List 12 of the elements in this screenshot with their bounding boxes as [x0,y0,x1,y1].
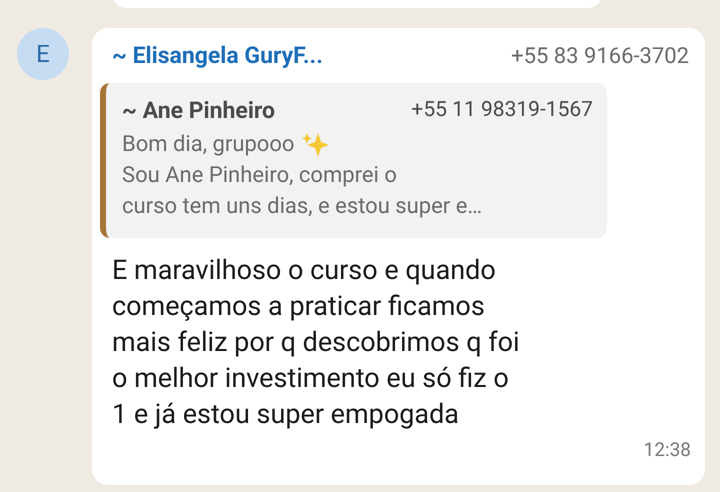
sparkles-icon [300,130,330,158]
quoted-text-line: curso tem uns dias, e estou super e… [122,193,482,221]
quoted-text-line: Bom dia, grupooo [122,131,294,159]
message-time: 12:38 [644,437,691,463]
quoted-text-line: Sou Ane Pinheiro, comprei o [122,162,397,190]
quoted-sender-phone: +55 11 98319-1567 [411,97,593,124]
quoted-sender-name: ~ Ane Pinheiro [122,96,275,126]
sender-name[interactable]: ~ Elisangela GuryF... [112,38,323,74]
quoted-message[interactable]: ~ Ane Pinheiro +55 11 98319-1567 Bom dia, grupooo Sou Ane Pinheiro, comprei o curso tem uns dias, e estou super e… [100,83,607,238]
sender-phone: +55 83 9166-3702 [511,42,689,70]
avatar[interactable]: E [17,28,69,80]
message-text: E maravilhoso o curso e quando começamos a praticar ficamos mais feliz por q descobrimos q foi o melhor investimento eu só fiz o 1 e já estou super empogada [111,253,521,432]
